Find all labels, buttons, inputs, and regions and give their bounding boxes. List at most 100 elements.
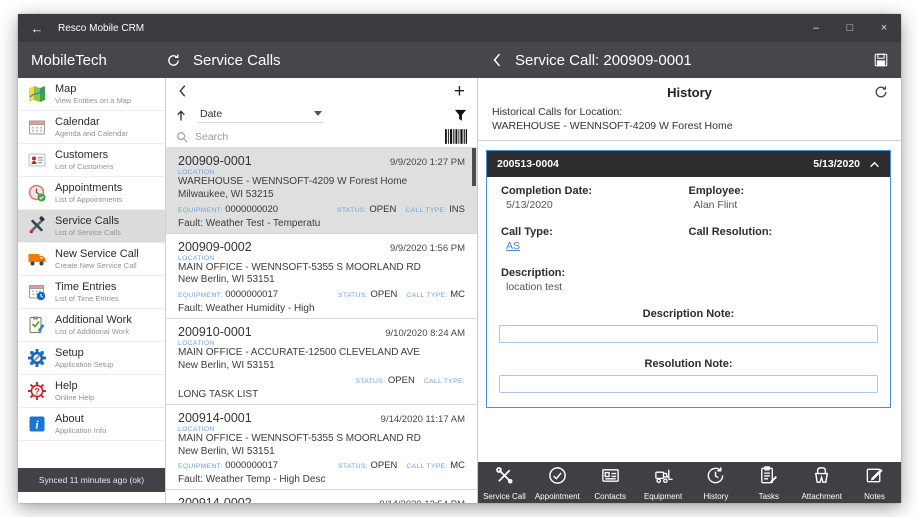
list-scrollbar[interactable] [472,148,476,186]
sidebar-item-service-calls[interactable]: Service CallsList of Service Calls [18,210,165,243]
list-back-chevron-icon[interactable] [178,84,187,98]
location-line2: New Berlin, WI 53151 [178,360,465,373]
resolution-note-label: Resolution Note: [487,358,890,370]
sidebar-item-label: Time Entries [55,281,119,294]
equipment-label: EQUIPMENT: [178,207,223,214]
sort-direction-icon[interactable] [176,109,186,122]
location-label: LOCATION [178,169,465,176]
notes-icon [864,465,885,491]
location-label: LOCATION [178,255,465,262]
sidebar-item-setup[interactable]: SetupApplication Setup [18,342,165,375]
toolbar-item-appointment[interactable]: Appointment [531,462,584,503]
save-icon[interactable] [873,52,889,68]
location-label: LOCATION [178,340,465,347]
sidebar-item-sublabel: View Entities on a Map [55,96,131,105]
service-call-datetime: 9/14/2020 11:17 AM [381,414,465,425]
sidebar-item-label: Help [55,380,94,393]
location-line1: MAIN OFFICE - WENNSOFT-5355 S MOORLAND R… [178,262,465,275]
service-call-list-item[interactable]: 200909-0002 9/9/2020 1:56 PM LOCATION MA… [166,234,477,320]
svg-text:?: ? [34,386,40,396]
call-type-value: INS [449,204,465,215]
minimize-button[interactable]: – [799,14,833,42]
history-icon [705,465,726,491]
new-service-call-icon [27,249,47,269]
call-type-label: CALL TYPE: [406,292,447,299]
call-type-link[interactable]: AS [506,240,520,252]
completion-date-value: 5/13/2020 [501,199,689,211]
service-call-list-item[interactable]: 200909-0001 9/9/2020 1:27 PM LOCATION WA… [166,148,477,234]
sidebar-item-sublabel: List of Service Calls [55,228,121,237]
history-title: History [667,85,712,100]
sync-icon[interactable] [166,53,181,68]
close-button[interactable]: × [867,14,901,42]
service-call-id: 200909-0002 [178,240,252,254]
contacts-icon [600,465,621,491]
history-panel: History Historical Calls for Location: W… [478,78,901,503]
call-type-label: CALL TYPE: [424,378,465,385]
sync-status-bar: Synced 11 minutes ago (ok) [18,468,165,492]
service-call-list-item[interactable]: 200910-0001 9/10/2020 8:24 AM LOCATION M… [166,319,477,405]
sidebar-item-map[interactable]: MapView Entities on a Map [18,78,165,111]
toolbar-item-notes[interactable]: Notes [848,462,901,503]
sidebar-item-sublabel: Create New Service Call [55,261,139,270]
toolbar-item-attachment[interactable]: Attachment [795,462,848,503]
equipment-value: 0000000020 [225,204,278,215]
toolbar-item-tasks[interactable]: Tasks [742,462,795,503]
sidebar-item-label: Calendar [55,116,128,129]
toolbar-item-service-call[interactable]: Service Call [478,462,531,503]
status-label: STATUS: [355,378,385,385]
equipment-value: 0000000017 [225,460,278,471]
description-note-input[interactable] [499,325,878,343]
app-name: MobileTech [31,52,107,69]
maximize-button[interactable]: □ [833,14,867,42]
add-service-call-button[interactable]: + [454,82,465,101]
search-input[interactable] [195,131,438,143]
sidebar-item-sublabel: Online Help [55,393,94,402]
sidebar-item-calendar[interactable]: CalendarAgenda and Calendar [18,111,165,144]
service-call-list-panel: + Date [166,78,478,503]
detail-back-chevron-icon[interactable] [492,52,502,68]
toolbar-item-contacts[interactable]: Contacts [584,462,637,503]
status-value: OPEN [370,460,397,471]
back-arrow-icon[interactable]: ← [24,21,50,36]
time-entries-icon [27,282,47,302]
resolution-note-input[interactable] [499,375,878,393]
location-line1: WAREHOUSE - WENNSOFT-4209 W Forest Home [178,176,465,189]
app-window: ← Resco Mobile CRM – □ × MobileTech Serv… [18,14,901,503]
sidebar-item-about[interactable]: i AboutApplication Info [18,408,165,441]
historical-call-card-header[interactable]: 200513-0004 5/13/2020 [487,151,890,177]
toolbar-item-equipment[interactable]: Equipment [637,462,690,503]
service-calls-icon [27,216,47,236]
sidebar-item-additional-work[interactable]: Additional WorkList of Additional Work [18,309,165,342]
sidebar-item-appointments[interactable]: AppointmentsList of Appointments [18,177,165,210]
location-line2: Milwaukee, WI 53215 [178,189,465,202]
service-call-list-item[interactable]: 200914-0001 9/14/2020 11:17 AM LOCATION … [166,405,477,491]
description-value: location test [501,281,689,293]
chevron-up-icon[interactable] [869,161,880,168]
sidebar-item-customers[interactable]: CustomersList of Customers [18,144,165,177]
toolbar-item-history[interactable]: History [690,462,743,503]
sidebar-item-help[interactable]: ? HelpOnline Help [18,375,165,408]
sidebar-item-label: Setup [55,347,113,360]
sidebar-item-time-entries[interactable]: Time EntriesList of Time Entries [18,276,165,309]
fault-text: Fault: Weather Humidity - High [178,303,465,314]
search-icon [176,131,188,143]
barcode-scan-icon[interactable] [445,129,467,144]
list-panel-title: Service Calls [193,52,281,69]
sidebar-item-label: Map [55,83,131,96]
historical-call-card: 200513-0004 5/13/2020 Completion Date: 5… [486,150,891,408]
sidebar-item-new-service-call[interactable]: New Service CallCreate New Service Call [18,243,165,276]
sync-status-text: Synced 11 minutes ago (ok) [39,475,144,485]
detail-toolbar: Service Call Appointment Contacts Equipm… [478,462,901,503]
status-value: OPEN [388,375,415,386]
equipment-label: EQUIPMENT: [178,463,223,470]
refresh-icon[interactable] [874,85,888,99]
filter-icon[interactable] [454,109,467,122]
location-line1: MAIN OFFICE - ACCURATE-12500 CLEVELAND A… [178,347,465,360]
sort-field-dropdown[interactable]: Date [198,108,324,123]
service-call-id: 200910-0001 [178,325,252,339]
service-call-list: 200909-0001 9/9/2020 1:27 PM LOCATION WA… [166,148,477,503]
status-value: OPEN [369,204,396,215]
status-value: OPEN [370,289,397,300]
service-call-list-item[interactable]: 200914-0002 9/14/2020 12:54 PM LOCATION … [166,490,477,503]
